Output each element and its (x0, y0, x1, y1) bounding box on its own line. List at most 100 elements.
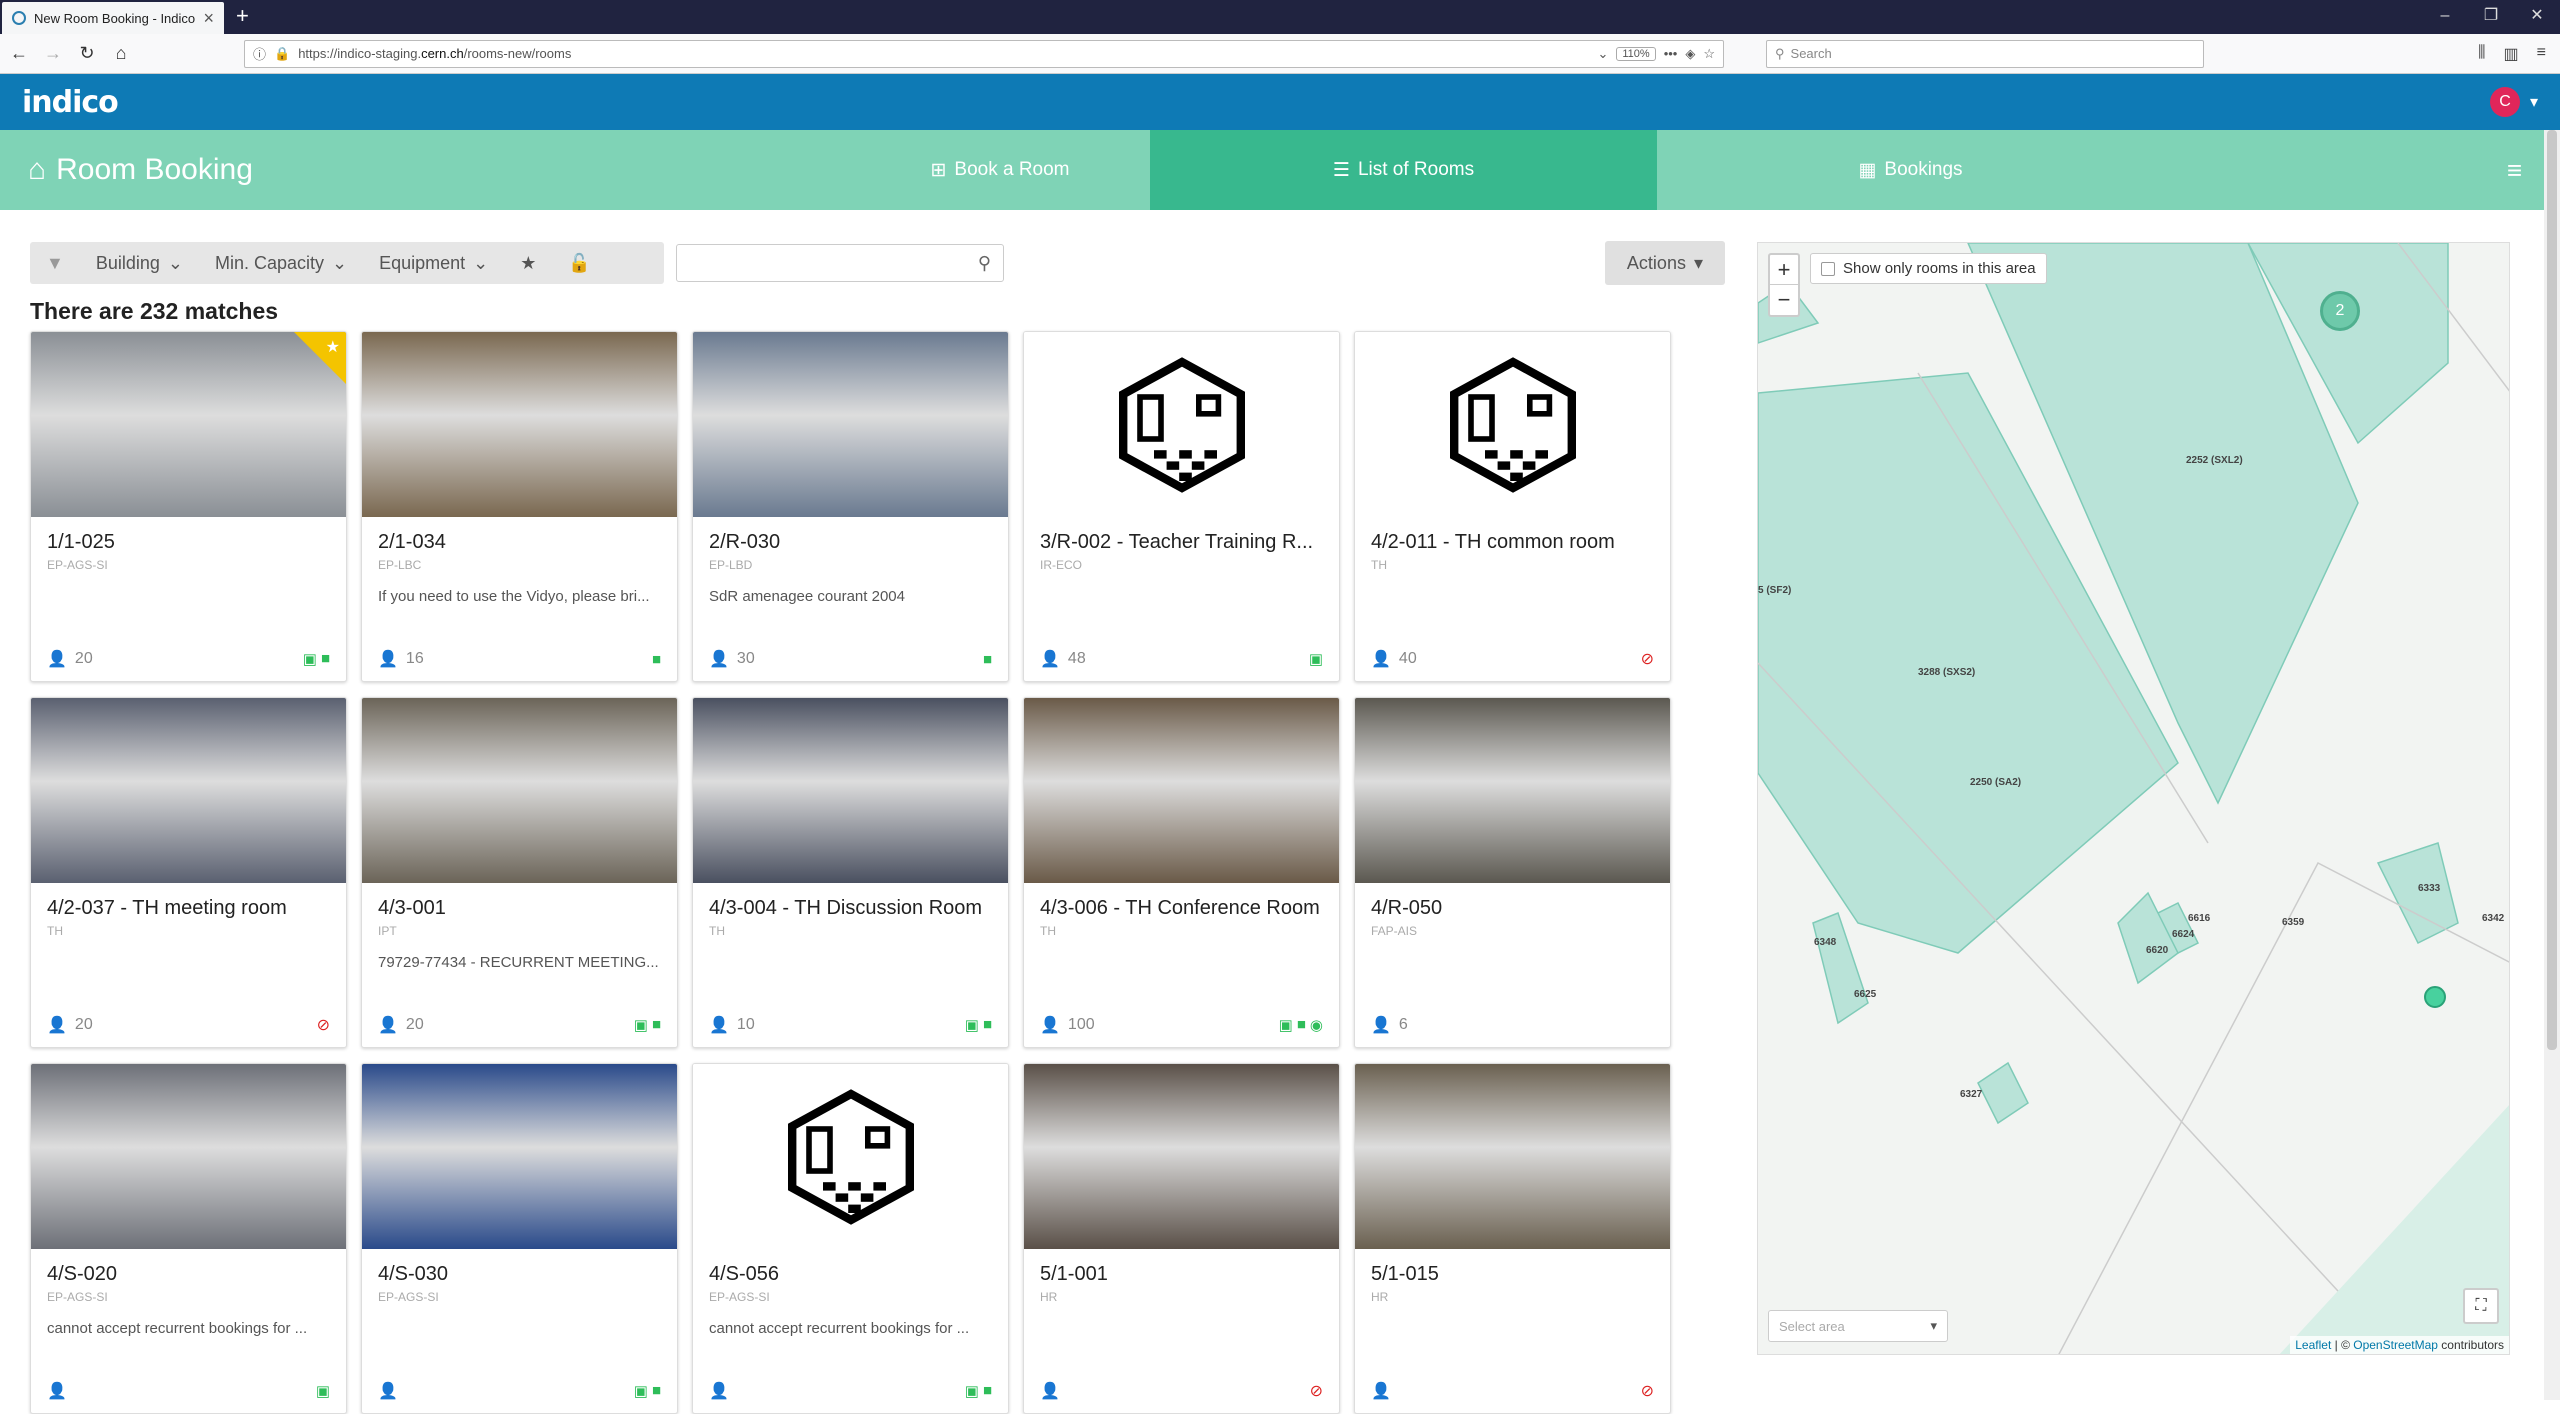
tab-book-a-room[interactable]: ⊞ Book a Room (850, 130, 1150, 210)
checkbox[interactable] (1821, 261, 1835, 276)
room-map[interactable]: 2252 (SXL2) 5 (SF2) 3288 (SXS2) 2250 (SA… (1757, 242, 2510, 1355)
room-name[interactable]: 4/3-004 - TH Discussion Room (709, 897, 992, 920)
new-tab-icon[interactable]: + (236, 3, 249, 29)
fullscreen-button[interactable]: ⛶ (2463, 1288, 2499, 1324)
room-card-body: 2/R-030 EP-LBD SdR amenagee courant 2004 (693, 517, 1008, 605)
osm-link[interactable]: OpenStreetMap (2353, 1338, 2438, 1352)
room-capacity: 40 (1398, 650, 1417, 667)
room-name[interactable]: 4/S-020 (47, 1263, 330, 1286)
room-name[interactable]: 2/R-030 (709, 531, 992, 554)
room-name[interactable]: 5/1-015 (1371, 1263, 1654, 1286)
tab-bookings[interactable]: ▦ Bookings (1657, 130, 2164, 210)
room-search-input[interactable]: ⚲ (676, 244, 1004, 282)
room-card-body: 4/R-050 FAP-AIS (1355, 883, 1670, 954)
avatar[interactable]: C (2489, 87, 2520, 117)
url-bar[interactable]: ⓘ 🔒 https://indico-staging.cern.ch/rooms… (244, 39, 1724, 68)
actions-dropdown[interactable]: Actions ▾ (1604, 241, 1725, 285)
forward-icon[interactable]: → (42, 43, 64, 64)
building-6327 (1977, 1061, 2029, 1125)
favorite-star-icon[interactable]: ★ (326, 337, 340, 357)
room-card[interactable]: 3/R-002 - Teacher Training R... IR-ECO 👤 48… (1023, 331, 1340, 682)
zoom-in-button[interactable]: + (1770, 255, 1798, 285)
home-icon[interactable]: ⌂ (110, 43, 132, 64)
room-name[interactable]: 4/R-050 (1371, 897, 1654, 920)
map-label: 3288 (SXS2) (1918, 667, 1976, 678)
room-name[interactable]: 2/1-034 (378, 531, 661, 554)
mic-icon: ◉ (1309, 1017, 1323, 1034)
sidebar-icon[interactable]: ▥ (2504, 44, 2519, 64)
film-icon: ▣ (633, 1017, 648, 1034)
room-name[interactable]: 4/2-037 - TH meeting room (47, 897, 330, 920)
room-card[interactable]: 4/3-001 IPT 79729-77434 - RECURRENT MEETIN… (361, 697, 678, 1048)
area-filter-checkbox[interactable]: Show only rooms in this area (1810, 253, 2047, 284)
room-name[interactable]: 4/2-011 - TH common room (1371, 531, 1654, 554)
room-card[interactable]: 4/S-056 EP-AGS-SI cannot accept recurrent … (692, 1063, 1009, 1414)
tab-list-of-rooms[interactable]: ☰ List of Rooms (1150, 130, 1657, 210)
video-icon: ■ (982, 650, 992, 668)
favorites-star-icon[interactable]: ★ (504, 242, 552, 284)
not-bookable-icon: ⊘ (316, 1017, 330, 1034)
chevron-down-icon[interactable]: ⌄ (1597, 46, 1608, 62)
room-card[interactable]: 4/S-020 EP-AGS-SI cannot accept recurrent … (30, 1063, 347, 1414)
url-text[interactable]: https://indico-staging.cern.ch/rooms-new… (298, 46, 1589, 61)
map-label: 6348 (1814, 937, 1837, 948)
room-division: FAP-AIS (1371, 924, 1418, 938)
equipment-icons: ▣ ■ (965, 1016, 992, 1034)
menu-icon[interactable]: ≡ (2537, 44, 2546, 64)
more-icon[interactable]: ••• (1664, 46, 1678, 61)
user-menu[interactable]: C ▾ (2489, 87, 2538, 117)
room-name[interactable]: 1/1-025 (47, 531, 330, 554)
zoom-out-button[interactable]: − (1770, 285, 1798, 315)
bookmark-star-icon[interactable]: ☆ (1703, 46, 1715, 62)
room-photo (1355, 1064, 1670, 1249)
zoom-level[interactable]: 110% (1616, 46, 1656, 61)
leaflet-link[interactable]: Leaflet (2295, 1338, 2331, 1352)
room-card[interactable]: 4/2-011 - TH common room TH 👤 40 ⊘ (1354, 331, 1671, 682)
library-icon[interactable]: ⫼ (2478, 44, 2485, 64)
room-card[interactable]: 2/R-030 EP-LBD SdR amenagee courant 2004 👤 3… (692, 331, 1009, 682)
room-card[interactable]: 4/3-004 - TH Discussion Room TH 👤 10 ▣ ■ (692, 697, 1009, 1048)
room-placeholder-icon (1449, 356, 1576, 493)
select-area-dropdown[interactable]: Select area ▾ (1768, 1310, 1948, 1342)
browser-tab[interactable]: New Room Booking - Indico × (2, 2, 224, 34)
room-card[interactable]: 4/S-030 EP-AGS-SI 👤 ▣ ■ (361, 1063, 678, 1414)
room-name[interactable]: 4/S-056 (709, 1263, 992, 1286)
close-tab-icon[interactable]: × (203, 8, 214, 29)
room-name[interactable]: 3/R-002 - Teacher Training R... (1040, 531, 1323, 554)
building-filter[interactable]: Building ⌄ (80, 242, 199, 284)
page-scrollbar[interactable] (2544, 130, 2560, 1400)
scrollbar-thumb[interactable] (2547, 130, 2557, 1050)
room-card[interactable]: 5/1-001 HR 👤 ⊘ (1023, 1063, 1340, 1414)
expand-icon: ⛶ (2475, 1297, 2487, 1314)
map-label: 6625 (1854, 989, 1877, 1000)
close-window-icon[interactable]: ✕ (2514, 0, 2560, 34)
room-name[interactable]: 4/S-030 (378, 1263, 661, 1286)
marker-cluster[interactable]: 2 (2320, 291, 2360, 331)
pocket-icon[interactable]: ◈ (1685, 46, 1695, 62)
unlock-icon[interactable]: 🔓 (552, 242, 606, 284)
room-card[interactable]: 4/2-037 - TH meeting room TH 👤 20 ⊘ (30, 697, 347, 1048)
room-card-body: 2/1-034 EP-LBC If you need to use the Vidy… (362, 517, 677, 605)
room-photo (1355, 332, 1670, 517)
indico-logo[interactable]: indico (22, 85, 119, 120)
restore-icon[interactable]: ❐ (2468, 0, 2514, 34)
minimize-icon[interactable]: – (2422, 0, 2468, 34)
capacity-filter[interactable]: Min. Capacity ⌄ (199, 242, 363, 284)
room-name[interactable]: 4/3-001 (378, 897, 661, 920)
room-card[interactable]: 5/1-015 HR 👤 ⊘ (1354, 1063, 1671, 1414)
room-name[interactable]: 5/1-001 (1040, 1263, 1323, 1286)
room-card[interactable]: 4/3-006 - TH Conference Room TH 👤 100 ▣ ■ ◉ (1023, 697, 1340, 1048)
back-icon[interactable]: ← (8, 43, 30, 64)
room-card[interactable]: ★ 1/1-025 EP-AGS-SI 👤 20 ▣ ■ (30, 331, 347, 682)
room-card-body: 4/S-020 EP-AGS-SI cannot accept recurrent … (31, 1249, 346, 1337)
room-marker[interactable] (2424, 986, 2446, 1008)
hamburger-menu-icon[interactable]: ≡ (2507, 155, 2544, 186)
reload-icon[interactable]: ↻ (76, 43, 98, 64)
browser-search-bar[interactable]: ⚲ Search (1766, 39, 2204, 68)
room-name[interactable]: 4/3-006 - TH Conference Room (1040, 897, 1323, 920)
equipment-filter[interactable]: Equipment ⌄ (363, 242, 504, 284)
room-card[interactable]: 2/1-034 EP-LBC If you need to use the Vidy… (361, 331, 678, 682)
room-card[interactable]: 4/R-050 FAP-AIS 👤 6 (1354, 697, 1671, 1048)
info-icon[interactable]: ⓘ (253, 44, 266, 63)
caret-down-icon[interactable]: ▾ (2530, 92, 2538, 112)
